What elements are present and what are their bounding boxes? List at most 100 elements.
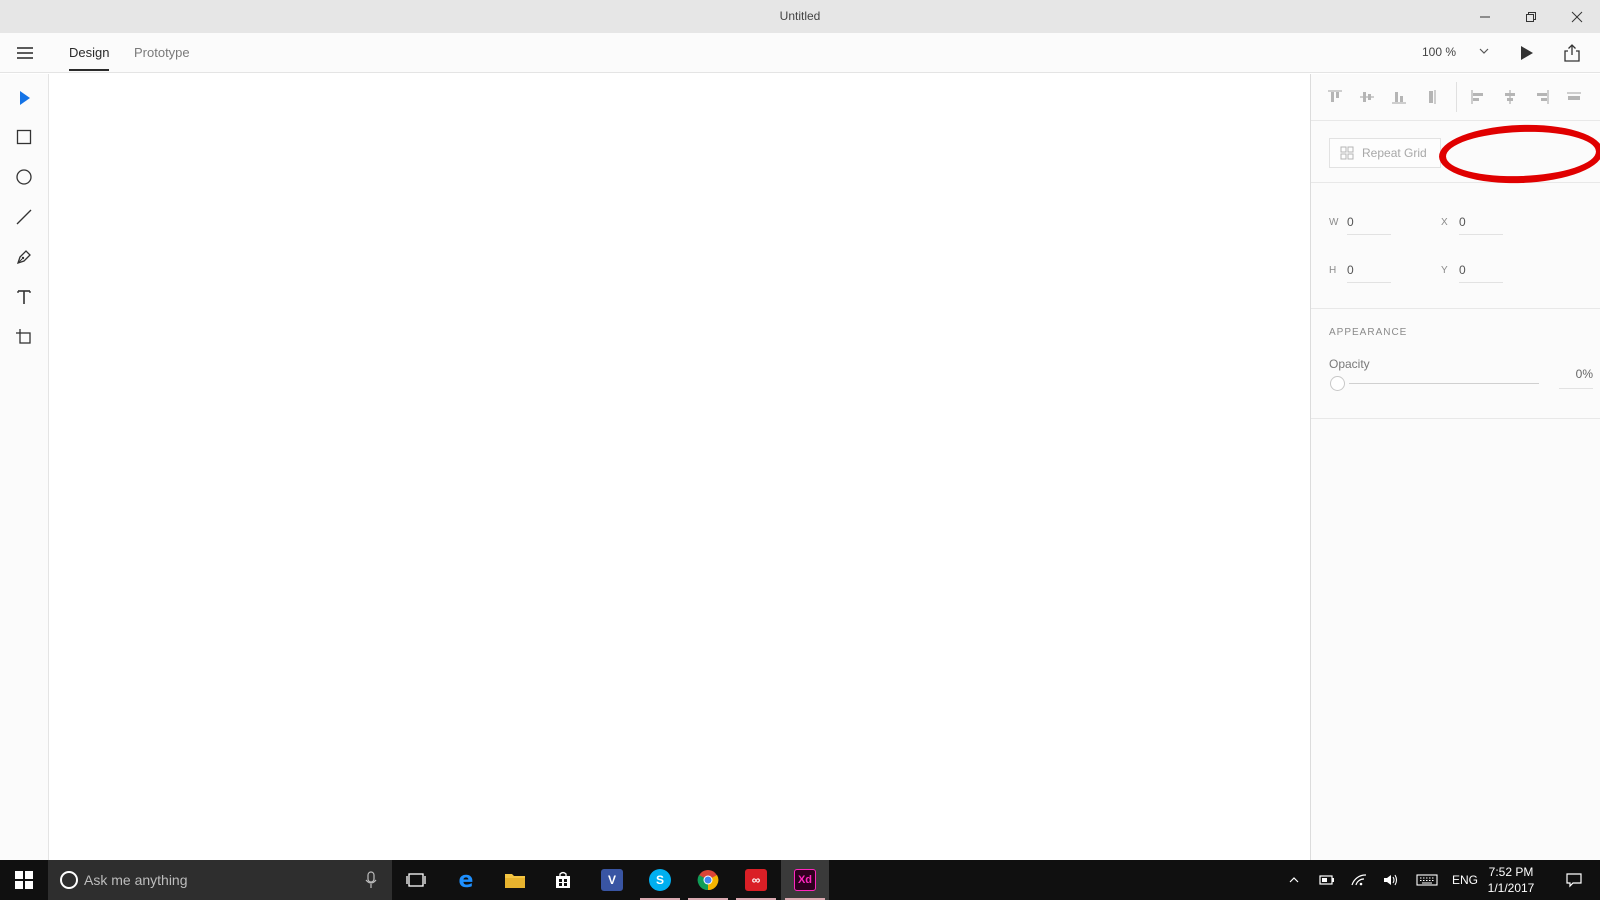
show-hidden-icons[interactable] <box>1282 860 1306 900</box>
line-tool[interactable] <box>14 207 34 227</box>
window-title: Untitled <box>779 9 821 23</box>
width-field[interactable]: W 0 <box>1329 207 1399 237</box>
restore-button[interactable] <box>1508 0 1554 33</box>
touch-keyboard-button[interactable] <box>1412 860 1442 900</box>
creative-cloud-button[interactable]: ∞ <box>732 860 780 900</box>
file-explorer-button[interactable] <box>491 860 539 900</box>
task-view-icon <box>406 873 426 887</box>
visio-button[interactable]: V <box>588 860 636 900</box>
clock-time: 7:52 PM <box>1488 865 1534 879</box>
chevron-up-icon <box>1289 877 1299 883</box>
close-button[interactable] <box>1554 0 1600 33</box>
app-header: Design Prototype 100 % <box>0 33 1600 73</box>
design-canvas[interactable] <box>49 74 1310 860</box>
speaker-icon <box>1384 874 1398 886</box>
cortana-icon <box>60 871 78 889</box>
pen-tool[interactable] <box>14 247 34 267</box>
network-status[interactable] <box>1346 860 1372 900</box>
restore-icon <box>1526 11 1536 22</box>
artboard-icon <box>16 329 31 344</box>
skype-button[interactable]: S <box>636 860 684 900</box>
start-button[interactable] <box>0 860 48 900</box>
tab-design[interactable]: Design <box>69 45 109 60</box>
opacity-value-field[interactable]: 0% <box>1559 367 1593 389</box>
chrome-button[interactable] <box>684 860 732 900</box>
x-field[interactable]: X 0 <box>1441 207 1511 237</box>
minimize-button[interactable] <box>1462 0 1508 33</box>
chrome-icon <box>697 870 719 891</box>
adobe-xd-button[interactable]: Xd <box>781 860 829 900</box>
action-center-button[interactable] <box>1556 860 1592 900</box>
keyboard-icon <box>1416 874 1438 886</box>
pen-icon <box>16 250 31 265</box>
text-tool[interactable] <box>14 287 34 307</box>
title-bar: Untitled <box>0 0 1600 33</box>
y-field[interactable]: Y 0 <box>1441 255 1511 285</box>
opacity-slider-handle[interactable] <box>1330 376 1345 391</box>
clock-date: 1/1/2017 <box>1487 881 1535 895</box>
repeat-grid-button[interactable]: Repeat Grid <box>1329 138 1441 168</box>
opacity-slider-track[interactable] <box>1349 383 1539 384</box>
height-label: H <box>1329 265 1337 276</box>
skype-icon: S <box>649 869 671 891</box>
store-button[interactable] <box>539 860 587 900</box>
height-value[interactable]: 0 <box>1347 261 1391 283</box>
align-right-icon[interactable] <box>1533 88 1551 106</box>
creative-cloud-icon: ∞ <box>745 869 767 891</box>
notifications-icon <box>1566 873 1582 888</box>
chevron-down-icon[interactable] <box>1478 45 1490 57</box>
x-label: X <box>1441 217 1448 228</box>
text-icon <box>17 290 31 304</box>
select-tool[interactable] <box>14 88 34 108</box>
appearance-section: APPEARANCE Opacity 0% <box>1311 309 1600 419</box>
share-icon[interactable] <box>1562 43 1582 63</box>
align-middle-icon[interactable] <box>1358 88 1376 106</box>
volume-control[interactable] <box>1378 860 1404 900</box>
tools-toolbar <box>0 74 49 860</box>
edge-icon: e <box>458 867 474 893</box>
folder-icon <box>505 874 525 888</box>
task-view-button[interactable] <box>392 860 440 900</box>
x-value[interactable]: 0 <box>1459 213 1503 235</box>
edge-button[interactable]: e <box>442 860 490 900</box>
align-bottom-icon[interactable] <box>1390 88 1408 106</box>
hamburger-icon[interactable] <box>14 44 36 62</box>
search-placeholder: Ask me anything <box>84 872 188 888</box>
distribute-horizontal-icon[interactable] <box>1565 88 1583 106</box>
height-field[interactable]: H 0 <box>1329 255 1399 285</box>
minimize-icon <box>1480 16 1490 17</box>
width-label: W <box>1329 217 1339 228</box>
property-inspector: Repeat Grid W 0 X 0 H 0 Y 0 APPEARANCE O… <box>1310 74 1600 860</box>
store-icon <box>556 871 570 888</box>
zoom-level[interactable]: 100 % <box>1422 45 1456 59</box>
rectangle-icon <box>16 129 32 145</box>
ellipse-tool[interactable] <box>14 167 34 187</box>
dimensions-section: W 0 X 0 H 0 Y 0 <box>1311 183 1600 309</box>
ellipse-icon <box>16 169 32 185</box>
rectangle-tool[interactable] <box>14 127 34 147</box>
microphone-icon[interactable] <box>364 871 378 889</box>
align-center-icon[interactable] <box>1501 88 1519 106</box>
windows-taskbar: Ask me anything e V S ∞ Xd ENG 7:52 PM 1… <box>0 860 1600 900</box>
arrow-icon <box>20 91 30 105</box>
y-value[interactable]: 0 <box>1459 261 1503 283</box>
cortana-search[interactable]: Ask me anything <box>48 860 392 900</box>
opacity-label: Opacity <box>1329 357 1370 371</box>
y-label: Y <box>1441 265 1448 276</box>
line-icon <box>16 209 32 225</box>
system-clock[interactable]: 7:52 PM 1/1/2017 <box>1476 864 1546 896</box>
tab-prototype[interactable]: Prototype <box>134 45 190 60</box>
play-icon[interactable] <box>1516 43 1536 63</box>
visio-icon: V <box>601 869 623 891</box>
repeat-grid-label: Repeat Grid <box>1362 146 1427 160</box>
battery-icon <box>1319 875 1334 885</box>
battery-status[interactable] <box>1313 860 1339 900</box>
width-value[interactable]: 0 <box>1347 213 1391 235</box>
artboard-tool[interactable] <box>14 327 34 347</box>
distribute-vertical-icon[interactable] <box>1422 88 1440 106</box>
grid-icon <box>1340 146 1354 160</box>
align-top-icon[interactable] <box>1326 88 1344 106</box>
annotation-circle <box>1438 122 1600 186</box>
align-left-icon[interactable] <box>1469 88 1487 106</box>
adobe-xd-icon: Xd <box>794 869 816 891</box>
